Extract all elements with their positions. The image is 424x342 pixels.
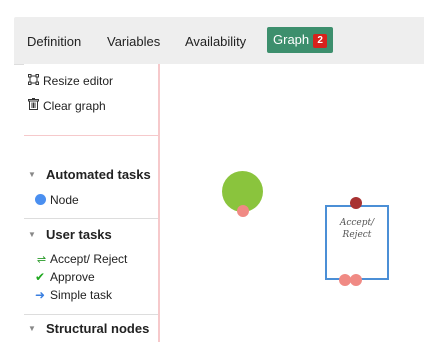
task-node-input-port[interactable] <box>350 197 362 209</box>
task-node-output-port-reject[interactable] <box>350 274 362 286</box>
section-automated-tasks[interactable]: ▼ Automated tasks <box>28 167 151 182</box>
tab-bar: Definition Variables Availability Graph 2 <box>14 17 424 65</box>
palette-item-simple-task-label: Simple task <box>50 288 113 302</box>
node-palette-panel: Resize editor Clear graph ▼ Automated tas… <box>24 64 158 342</box>
tab-graph[interactable]: Graph 2 <box>267 27 334 53</box>
section-structural-title: Structural nodes <box>46 321 150 336</box>
tab-graph-badge: 2 <box>313 34 328 48</box>
clear-graph-label: Clear graph <box>43 99 106 113</box>
trash-icon <box>26 98 40 113</box>
palette-item-accept-reject[interactable]: ⇌ Accept/ Reject <box>33 252 127 266</box>
tab-variables[interactable]: Variables <box>107 34 160 49</box>
tab-definition[interactable]: Definition <box>27 34 81 49</box>
resize-editor-label: Resize editor <box>43 74 114 88</box>
tab-availability[interactable]: Availability <box>185 34 246 49</box>
task-node-label-line2: Reject <box>342 230 372 240</box>
circle-icon <box>33 193 47 207</box>
swap-arrows-icon: ⇌ <box>36 254 46 266</box>
task-node-label: Accept/ Reject <box>327 217 387 241</box>
graph-editor-app: Definition Variables Availability Graph 2… <box>0 0 424 342</box>
palette-item-approve[interactable]: ✔ Approve <box>33 270 95 284</box>
resize-icon <box>26 74 40 88</box>
section-user-tasks[interactable]: ▼ User tasks <box>28 227 112 242</box>
accept-reject-task-node[interactable]: Accept/ Reject <box>325 205 389 280</box>
palette-item-simple-task[interactable]: ➜ Simple task <box>33 288 112 302</box>
palette-item-approve-label: Approve <box>50 270 95 284</box>
tab-graph-label: Graph <box>273 32 310 47</box>
palette-item-node-label: Node <box>50 193 79 207</box>
palette-item-accept-reject-label: Accept/ Reject <box>50 252 128 266</box>
caret-down-icon: ▼ <box>28 170 36 179</box>
section-structural-nodes[interactable]: ▼ Structural nodes <box>28 321 149 336</box>
section-divider <box>24 218 158 219</box>
section-user-title: User tasks <box>46 227 112 242</box>
clear-graph-button[interactable]: Clear graph <box>26 98 106 113</box>
caret-down-icon: ▼ <box>28 324 36 333</box>
section-automated-title: Automated tasks <box>46 167 151 182</box>
palette-item-node[interactable]: Node <box>33 193 79 207</box>
caret-down-icon: ▼ <box>28 230 36 239</box>
arrow-right-icon: ➜ <box>34 288 46 302</box>
checkmark-icon: ✔ <box>34 270 46 284</box>
task-node-label-line1: Accept/ <box>339 218 375 228</box>
resize-editor-button[interactable]: Resize editor <box>26 74 113 88</box>
section-divider <box>24 314 158 315</box>
start-node-output-port[interactable] <box>237 205 249 217</box>
graph-canvas[interactable]: Accept/ Reject <box>160 64 424 342</box>
panel-divider <box>24 135 158 136</box>
